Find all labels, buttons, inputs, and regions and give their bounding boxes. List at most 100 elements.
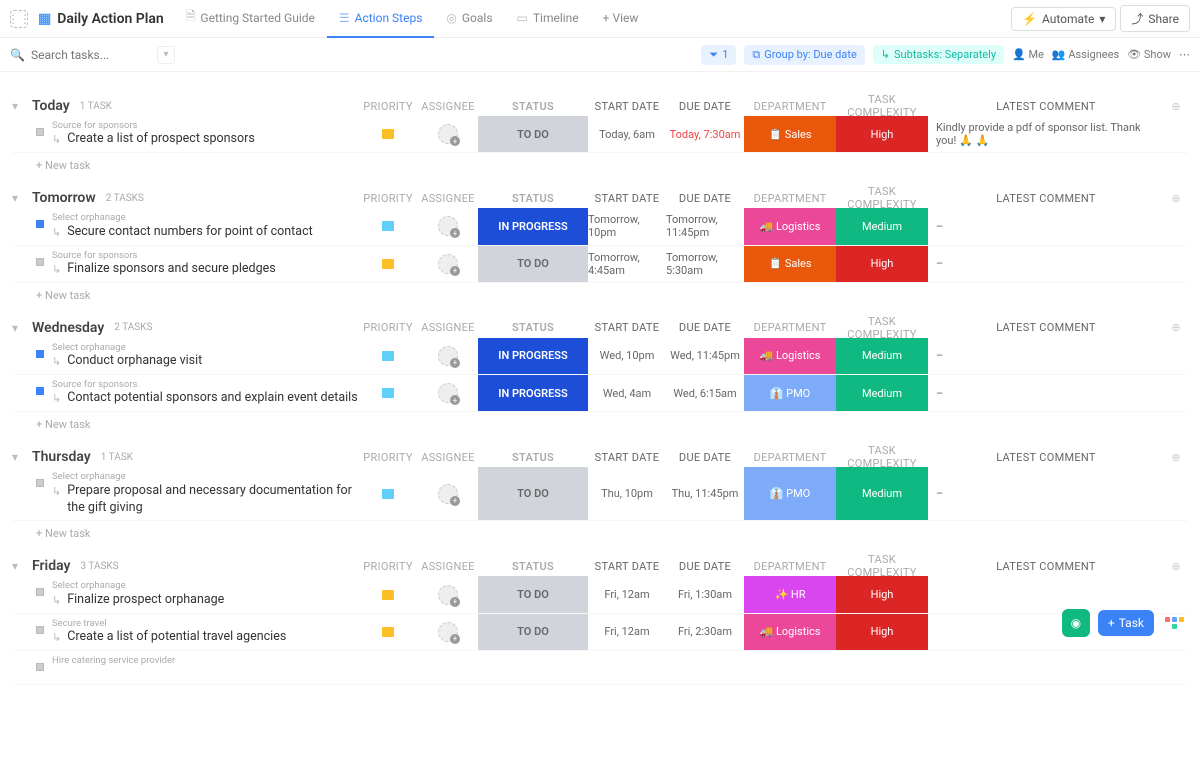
add-assignee-icon[interactable] <box>438 124 458 144</box>
start-date-cell[interactable]: Tomorrow, 4:45am <box>588 246 666 282</box>
group-toggle[interactable]: ▾ <box>12 99 26 113</box>
group-toggle[interactable]: ▾ <box>12 559 26 573</box>
task-row[interactable]: Select orphanage ↳Finalize prospect orph… <box>12 576 1188 613</box>
col-due[interactable]: DUE DATE <box>666 560 744 573</box>
priority-cell[interactable] <box>358 116 418 152</box>
complexity-cell[interactable]: High <box>836 576 928 612</box>
task-row[interactable]: Source for sponsors ↳Create a list of pr… <box>12 116 1188 153</box>
priority-cell[interactable] <box>358 467 418 520</box>
search-input[interactable] <box>31 48 151 62</box>
assignee-cell[interactable] <box>418 614 478 650</box>
comment-cell[interactable]: – <box>928 246 1164 282</box>
new-task-link[interactable]: + New task <box>36 527 1188 540</box>
col-priority[interactable]: PRIORITY <box>358 560 418 573</box>
new-task-link[interactable]: + New task <box>36 418 1188 431</box>
col-start[interactable]: START DATE <box>588 560 666 573</box>
row-add[interactable] <box>1164 467 1188 520</box>
due-date-cell[interactable]: Fri, 2:30am <box>666 614 744 650</box>
col-status[interactable]: STATUS <box>478 451 588 464</box>
status-cell[interactable]: IN PROGRESS <box>478 208 588 244</box>
group-name[interactable]: Thursday <box>32 449 91 465</box>
col-dept[interactable]: DEPARTMENT <box>744 321 836 334</box>
col-due[interactable]: DUE DATE <box>666 100 744 113</box>
due-date-cell[interactable]: Wed, 6:15am <box>666 375 744 411</box>
row-add[interactable] <box>1164 375 1188 411</box>
col-priority[interactable]: PRIORITY <box>358 100 418 113</box>
me-filter[interactable]: 👤 Me <box>1012 48 1044 61</box>
comment-cell[interactable]: – <box>928 338 1164 374</box>
priority-cell[interactable] <box>358 375 418 411</box>
row-add[interactable] <box>1164 338 1188 374</box>
task-row[interactable]: Source for sponsors ↳Contact potential s… <box>12 375 1188 412</box>
col-comment[interactable]: LATEST COMMENT <box>928 451 1164 464</box>
status-cell[interactable]: TO DO <box>478 576 588 612</box>
group-toggle[interactable]: ▾ <box>12 450 26 464</box>
assignee-cell[interactable] <box>418 246 478 282</box>
group-toggle[interactable]: ▾ <box>12 321 26 335</box>
department-cell[interactable]: 👔 PMO <box>744 467 836 520</box>
department-cell[interactable]: 📋 Sales <box>744 246 836 282</box>
col-comment[interactable]: LATEST COMMENT <box>928 560 1164 573</box>
new-task-button[interactable]: +Task <box>1098 610 1154 636</box>
start-date-cell[interactable]: Today, 6am <box>588 116 666 152</box>
assignee-cell[interactable] <box>418 208 478 244</box>
due-date-cell[interactable]: Wed, 11:45pm <box>666 338 744 374</box>
add-column[interactable]: ⊕ <box>1164 100 1188 113</box>
due-date-cell[interactable]: Tomorrow, 5:30am <box>666 246 744 282</box>
col-comment[interactable]: LATEST COMMENT <box>928 100 1164 113</box>
col-assignee[interactable]: ASSIGNEE <box>418 192 478 205</box>
search-dropdown[interactable]: ▾ <box>157 46 175 64</box>
tab-action-steps[interactable]: ☰Action Steps <box>327 0 435 38</box>
col-start[interactable]: START DATE <box>588 100 666 113</box>
app-menu-icon[interactable]: ⋮⋮ <box>10 10 28 28</box>
complexity-cell[interactable]: High <box>836 246 928 282</box>
priority-cell[interactable] <box>358 338 418 374</box>
group-name[interactable]: Wednesday <box>32 320 104 336</box>
status-cell[interactable]: TO DO <box>478 614 588 650</box>
complexity-cell[interactable]: Medium <box>836 208 928 244</box>
task-row[interactable]: Secure travel ↳Create a list of potentia… <box>12 614 1188 651</box>
add-assignee-icon[interactable] <box>438 383 458 403</box>
col-start[interactable]: START DATE <box>588 451 666 464</box>
status-cell[interactable]: TO DO <box>478 116 588 152</box>
col-status[interactable]: STATUS <box>478 321 588 334</box>
task-row[interactable]: Select orphanage ↳Conduct orphanage visi… <box>12 338 1188 375</box>
row-add[interactable] <box>1164 116 1188 152</box>
col-dept[interactable]: DEPARTMENT <box>744 192 836 205</box>
start-date-cell[interactable]: Fri, 12am <box>588 614 666 650</box>
start-date-cell[interactable]: Tomorrow, 10pm <box>588 208 666 244</box>
priority-cell[interactable] <box>358 246 418 282</box>
col-due[interactable]: DUE DATE <box>666 321 744 334</box>
priority-cell[interactable] <box>358 208 418 244</box>
due-date-cell[interactable]: Tomorrow, 11:45pm <box>666 208 744 244</box>
col-due[interactable]: DUE DATE <box>666 192 744 205</box>
col-priority[interactable]: PRIORITY <box>358 192 418 205</box>
department-cell[interactable]: 📋 Sales <box>744 116 836 152</box>
row-add[interactable] <box>1164 576 1188 612</box>
start-date-cell[interactable]: Wed, 10pm <box>588 338 666 374</box>
task-name[interactable]: ↳Create a list of prospect sponsors <box>52 131 358 148</box>
filter-pill[interactable]: ⏷1 <box>701 45 736 65</box>
task-name[interactable]: ↳Finalize prospect orphanage <box>52 592 358 609</box>
assignee-cell[interactable] <box>418 375 478 411</box>
col-dept[interactable]: DEPARTMENT <box>744 100 836 113</box>
col-comment[interactable]: LATEST COMMENT <box>928 192 1164 205</box>
group-name[interactable]: Today <box>32 98 70 114</box>
status-cell[interactable]: TO DO <box>478 246 588 282</box>
assignee-cell[interactable] <box>418 576 478 612</box>
add-assignee-icon[interactable] <box>438 622 458 642</box>
col-status[interactable]: STATUS <box>478 100 588 113</box>
task-row[interactable]: Hire catering service provider <box>12 651 1188 685</box>
col-due[interactable]: DUE DATE <box>666 451 744 464</box>
complexity-cell[interactable]: High <box>836 116 928 152</box>
task-status-square[interactable] <box>36 387 44 395</box>
assignees-filter[interactable]: 👥 Assignees <box>1052 48 1119 61</box>
col-priority[interactable]: PRIORITY <box>358 451 418 464</box>
col-start[interactable]: START DATE <box>588 192 666 205</box>
task-status-square[interactable] <box>36 588 44 596</box>
col-priority[interactable]: PRIORITY <box>358 321 418 334</box>
task-status-square[interactable] <box>36 479 44 487</box>
new-task-link[interactable]: + New task <box>36 159 1188 172</box>
add-column[interactable]: ⊕ <box>1164 560 1188 573</box>
task-status-square[interactable] <box>36 128 44 136</box>
